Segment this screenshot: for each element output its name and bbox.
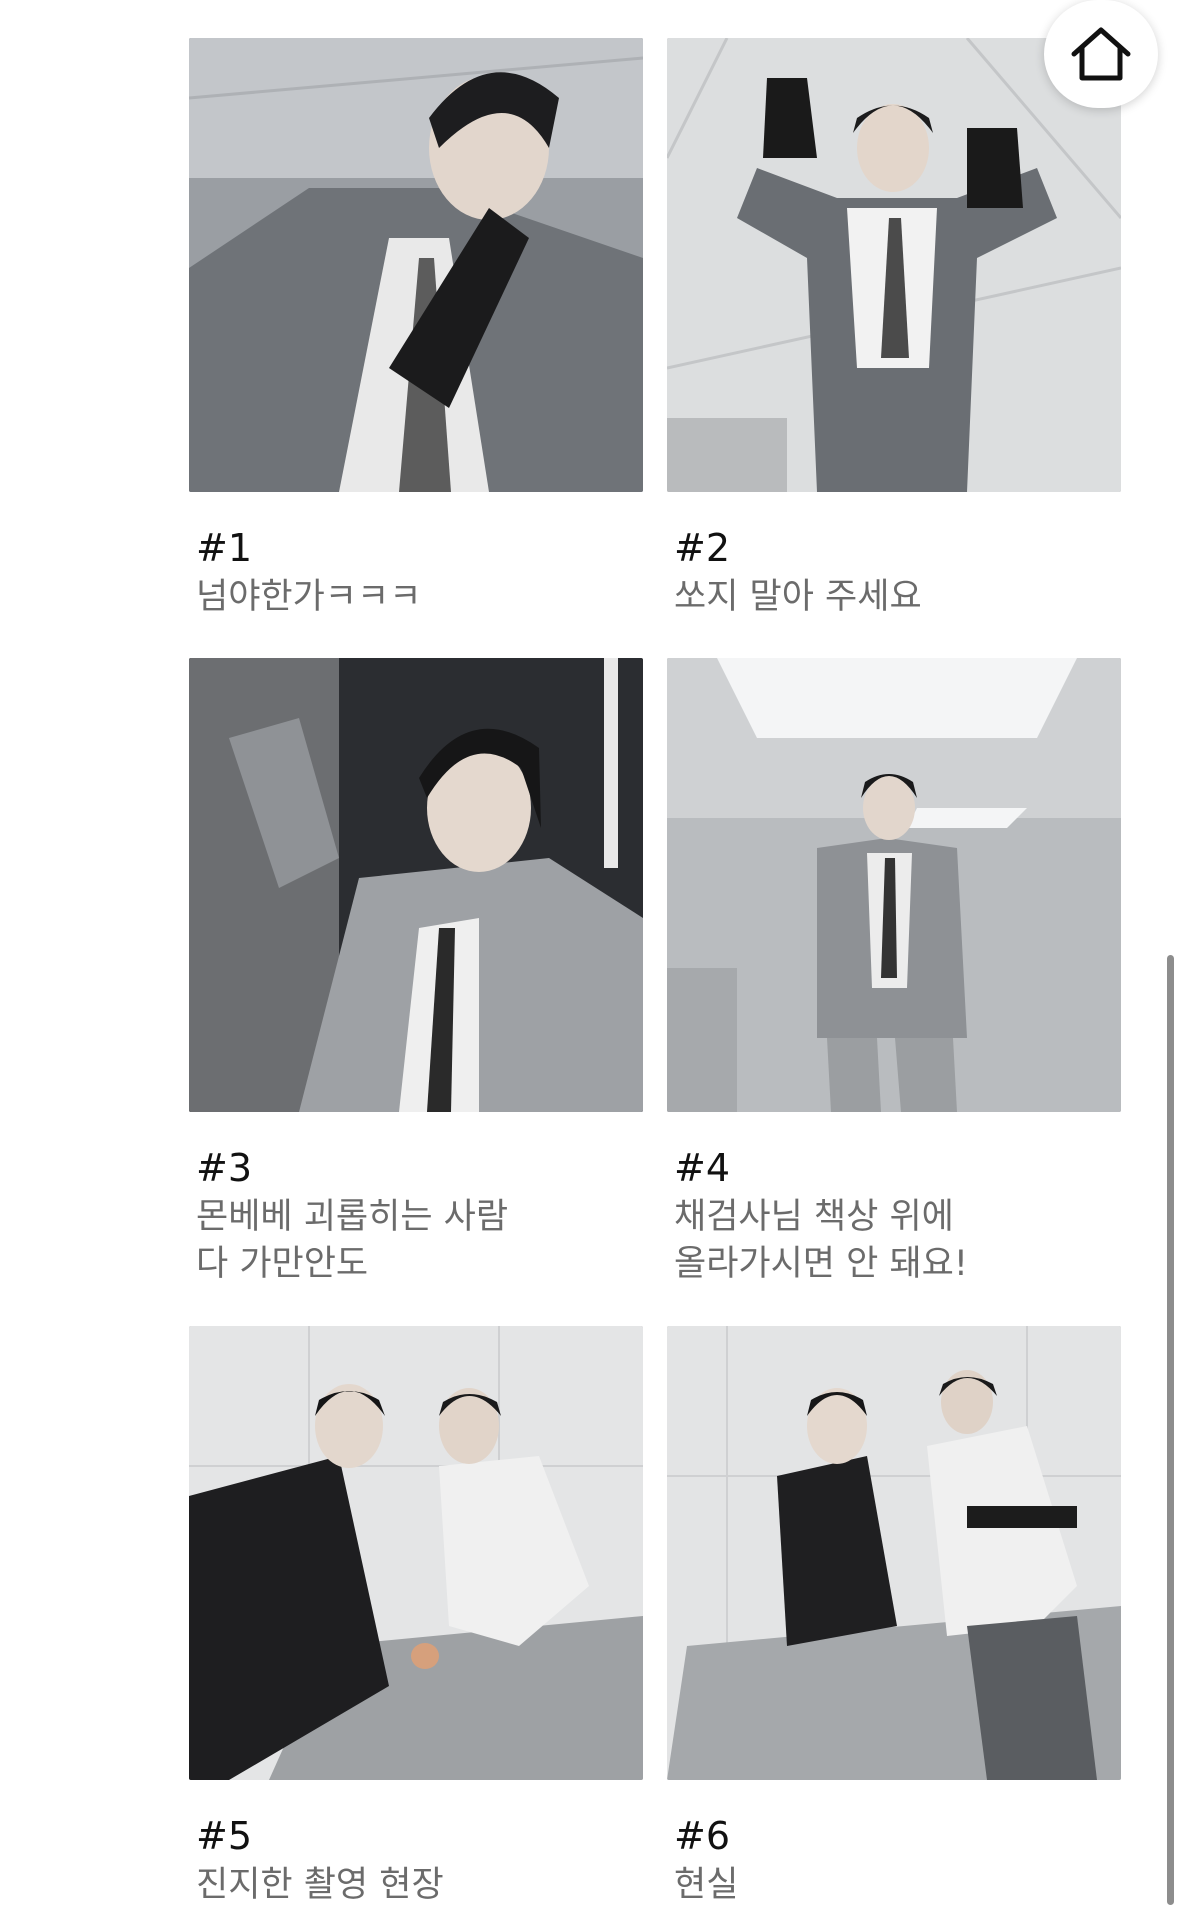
photo-5-image [189,1326,643,1780]
post-caption: 쏘지 말아 주세요 [674,574,1114,621]
photo-2-image [667,38,1121,492]
photo-1-image [189,38,643,492]
post-caption: 진지한 촬영 현장 [196,1862,636,1909]
post-caption: 넘야한가ㅋㅋㅋ [196,574,636,621]
caption-line: 쏘지 말아 주세요 [674,577,922,617]
photo-1[interactable] [189,38,643,492]
photo-4[interactable] [667,658,1121,1112]
caption-line: 다 가만안도 [196,1244,369,1284]
gallery-card-2[interactable]: #2 쏘지 말아 주세요 [667,38,1121,617]
post-caption: 현실 [674,1862,1114,1909]
gallery-card-4[interactable]: #4 채검사님 책상 위에 올라가시면 안 돼요! [667,658,1121,1284]
photo-6[interactable] [667,1326,1121,1780]
gallery-card-6[interactable]: #6 현실 [667,1326,1121,1905]
post-caption: 몬베베 괴롭히는 사람 다 가만안도 [196,1194,636,1288]
photo-gallery-page: #1 넘야한가ㅋㅋㅋ #2 쏘지 말아 주세요 #3 몬베베 괴롭히는 사람 다… [0,0,1179,1922]
post-number: #6 [674,1814,731,1858]
caption-line: 넘야한가ㅋㅋㅋ [196,577,422,617]
vertical-scrollbar[interactable] [1167,955,1174,1905]
post-caption: 채검사님 책상 위에 올라가시면 안 돼요! [674,1194,1114,1288]
gallery-card-5[interactable]: #5 진지한 촬영 현장 [189,1326,643,1905]
photo-5[interactable] [189,1326,643,1780]
caption-line: 진지한 촬영 현장 [196,1865,444,1905]
home-button[interactable] [1044,0,1158,108]
post-number: #2 [674,526,731,570]
caption-line: 현실 [674,1865,739,1905]
photo-4-image [667,658,1121,1112]
post-number: #4 [674,1146,731,1190]
caption-line: 몬베베 괴롭히는 사람 [196,1197,509,1237]
caption-line: 올라가시면 안 돼요! [674,1244,968,1284]
post-number: #1 [196,526,253,570]
gallery-card-3[interactable]: #3 몬베베 괴롭히는 사람 다 가만안도 [189,658,643,1284]
photo-2[interactable] [667,38,1121,492]
photo-3[interactable] [189,658,643,1112]
post-number: #3 [196,1146,253,1190]
home-icon [1071,27,1131,81]
photo-3-image [189,658,643,1112]
photo-6-image [667,1326,1121,1780]
gallery-card-1[interactable]: #1 넘야한가ㅋㅋㅋ [189,38,643,617]
caption-line: 채검사님 책상 위에 [674,1197,954,1237]
post-number: #5 [196,1814,253,1858]
